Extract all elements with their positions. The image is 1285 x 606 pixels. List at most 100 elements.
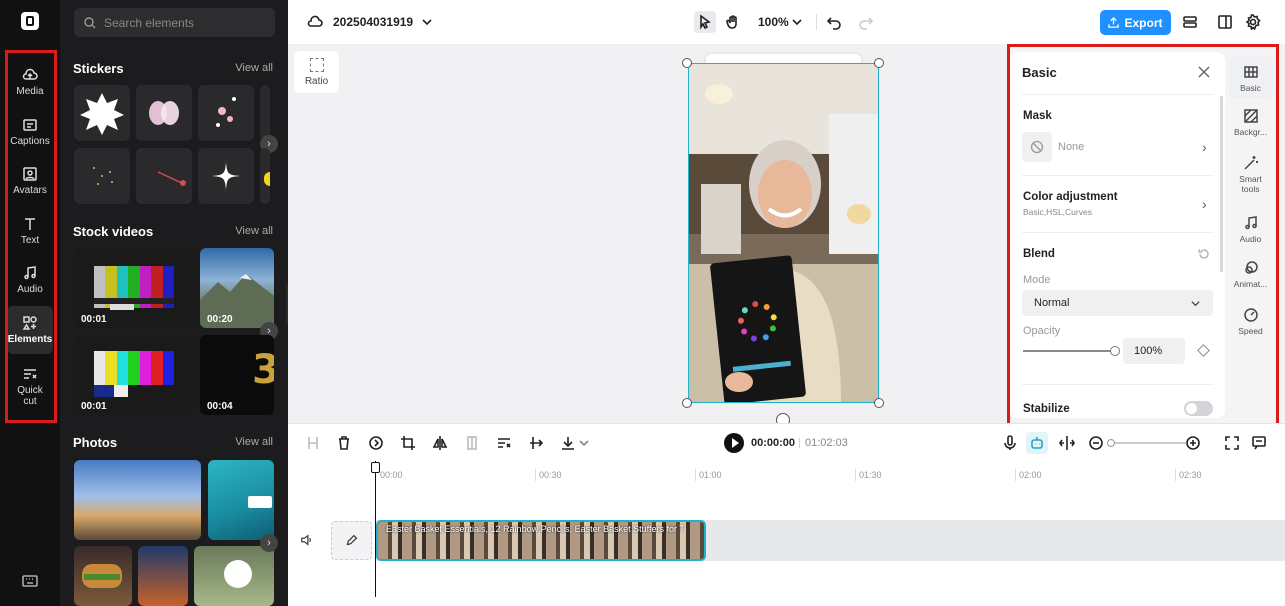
- ratio-button[interactable]: Ratio: [294, 51, 339, 93]
- export-button[interactable]: Export: [1100, 10, 1171, 35]
- timeline[interactable]: 00:00 00:30 01:00 01:30 02:00 02:30 East…: [288, 461, 1285, 606]
- ruler-label: 00:00: [380, 470, 403, 480]
- sticker-tile[interactable]: [198, 85, 254, 141]
- ruler-label: 01:30: [859, 470, 882, 480]
- stock-video-tile[interactable]: 00:01: [74, 248, 194, 328]
- split-screen-icon[interactable]: [1056, 432, 1078, 454]
- rail-item-elements[interactable]: Elements: [7, 306, 53, 354]
- color-adjustment-label[interactable]: Color adjustment: [1023, 191, 1118, 203]
- sticker-tile[interactable]: [260, 85, 270, 141]
- close-icon[interactable]: [1198, 66, 1210, 78]
- zoom-out-icon[interactable]: [1085, 432, 1107, 454]
- stickers-view-all[interactable]: View all: [235, 62, 273, 74]
- search-input[interactable]: Search elements: [74, 8, 275, 37]
- resize-handle[interactable]: [682, 398, 692, 408]
- video-clip[interactable]: Easter Basket Essentials, 12 Rainbow Pen…: [376, 520, 706, 561]
- undo-icon[interactable]: [823, 11, 845, 33]
- ai-assistant-icon[interactable]: [1026, 432, 1048, 454]
- stock-videos-view-all[interactable]: View all: [235, 225, 273, 237]
- keyframe-icon[interactable]: [1197, 344, 1210, 357]
- rail-item-text[interactable]: Text: [7, 207, 53, 255]
- layers-icon[interactable]: [1179, 11, 1201, 33]
- sticker-tile[interactable]: [136, 148, 192, 204]
- animation-icon: [1244, 261, 1258, 274]
- canvas-area[interactable]: Ratio ···: [288, 45, 1008, 427]
- chevron-right-icon[interactable]: ›: [1202, 196, 1207, 212]
- play-button[interactable]: [724, 433, 744, 453]
- sticker-tile[interactable]: [260, 148, 270, 204]
- timeline-zoom-slider[interactable]: [1110, 442, 1186, 444]
- mask-label: Mask: [1023, 110, 1052, 122]
- timeline-zoom-knob[interactable]: [1107, 439, 1115, 447]
- photo-tile[interactable]: [74, 460, 201, 540]
- reset-icon[interactable]: [1198, 248, 1210, 260]
- mirror-icon[interactable]: [461, 432, 483, 454]
- playhead[interactable]: [375, 461, 376, 597]
- fullscreen-icon[interactable]: [1221, 432, 1243, 454]
- sticker-tile[interactable]: [198, 148, 254, 204]
- sticker-tile[interactable]: [74, 85, 130, 141]
- tab-animation[interactable]: Animat...: [1228, 260, 1273, 289]
- settings-icon[interactable]: [1242, 11, 1264, 33]
- rail-item-avatars[interactable]: Avatars: [7, 157, 53, 205]
- pointer-tool-icon[interactable]: [694, 11, 716, 33]
- stock-video-tile[interactable]: 00:01: [74, 335, 194, 415]
- chevron-down-icon[interactable]: [573, 432, 595, 454]
- resize-handle[interactable]: [874, 58, 884, 68]
- resize-handle[interactable]: [874, 398, 884, 408]
- stock-video-tile[interactable]: 00:20: [200, 248, 274, 328]
- playhead-handle[interactable]: [371, 462, 380, 473]
- cover-edit-button[interactable]: [331, 521, 372, 560]
- video-preview[interactable]: [688, 63, 879, 403]
- tab-audio[interactable]: Audio: [1228, 215, 1273, 244]
- split-icon[interactable]: [302, 432, 324, 454]
- opacity-input[interactable]: 100%: [1123, 338, 1185, 364]
- quick-cut-icon[interactable]: [493, 432, 515, 454]
- chevron-right-icon[interactable]: ›: [260, 534, 278, 552]
- redo-icon[interactable]: [855, 11, 877, 33]
- keyboard-icon[interactable]: [22, 574, 38, 588]
- project-name[interactable]: 202504031919: [333, 15, 413, 29]
- app-logo-icon[interactable]: [21, 12, 39, 30]
- microphone-icon[interactable]: [999, 432, 1021, 454]
- delete-icon[interactable]: [333, 432, 355, 454]
- photos-title: Photos: [73, 435, 118, 450]
- stabilize-toggle[interactable]: [1184, 401, 1213, 416]
- captions-icon: [23, 119, 37, 131]
- volume-icon[interactable]: [300, 533, 314, 547]
- tab-speed[interactable]: Speed: [1228, 307, 1273, 336]
- flip-icon[interactable]: [429, 432, 451, 454]
- photos-view-all[interactable]: View all: [235, 436, 273, 448]
- rail-item-captions[interactable]: Captions: [7, 108, 53, 156]
- ruler-label: 01:00: [699, 470, 722, 480]
- blend-mode-select[interactable]: Normal: [1022, 290, 1213, 316]
- zoom-chevron-down-icon[interactable]: [786, 11, 808, 33]
- sticker-tile[interactable]: [136, 85, 192, 141]
- rail-item-audio[interactable]: Audio: [7, 256, 53, 304]
- feedback-icon[interactable]: [1248, 432, 1270, 454]
- photo-tile[interactable]: [194, 546, 274, 606]
- zoom-in-icon[interactable]: [1182, 432, 1204, 454]
- sticker-tile[interactable]: [74, 148, 130, 204]
- opacity-slider-knob[interactable]: [1110, 346, 1120, 356]
- mask-selector[interactable]: None ›: [1022, 132, 1213, 162]
- rail-item-quick-cut[interactable]: Quick cut: [7, 362, 53, 410]
- tab-smart-tools[interactable]: Smart tools: [1228, 155, 1273, 194]
- photo-tile[interactable]: [138, 546, 188, 606]
- replay-icon[interactable]: [365, 432, 387, 454]
- zoom-level[interactable]: 100%: [758, 15, 789, 29]
- photo-tile[interactable]: [74, 546, 132, 606]
- tab-background[interactable]: Backgr...: [1228, 108, 1273, 137]
- tab-basic[interactable]: Basic: [1228, 56, 1273, 98]
- opacity-slider-track[interactable]: [1023, 350, 1115, 352]
- scrollbar[interactable]: [1220, 96, 1223, 272]
- chevron-down-icon[interactable]: [416, 11, 438, 33]
- trim-icon[interactable]: [525, 432, 547, 454]
- layout-panel-icon[interactable]: [1214, 11, 1236, 33]
- photo-tile[interactable]: [208, 460, 274, 540]
- resize-handle[interactable]: [682, 58, 692, 68]
- rail-item-media[interactable]: Media: [7, 58, 53, 106]
- stock-video-tile[interactable]: 3 00:04: [200, 335, 274, 415]
- hand-tool-icon[interactable]: [722, 11, 744, 33]
- crop-icon[interactable]: [397, 432, 419, 454]
